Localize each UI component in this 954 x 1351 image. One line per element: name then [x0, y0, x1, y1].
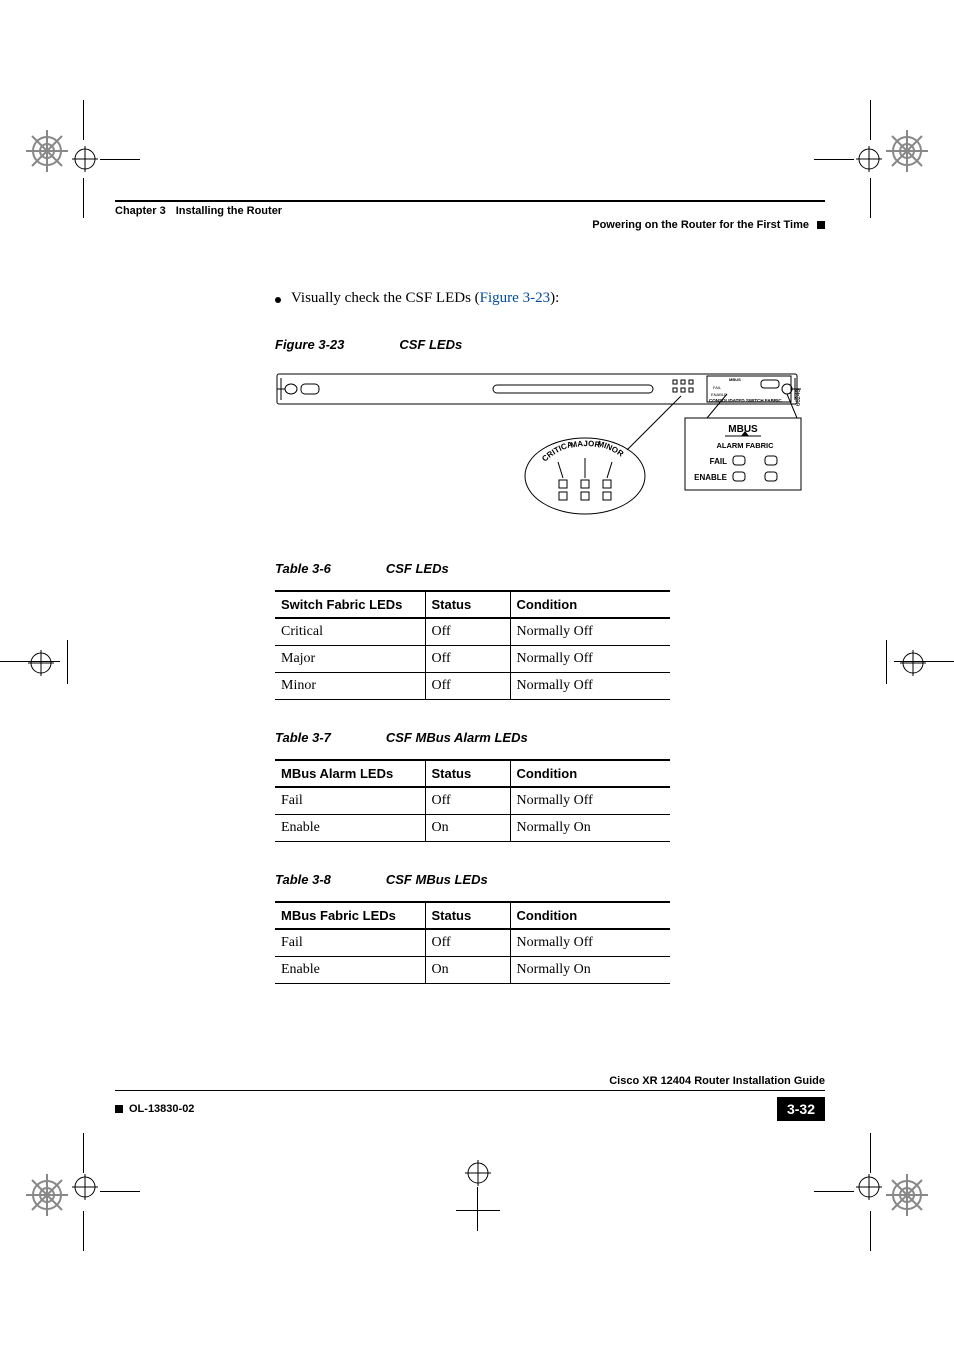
chapter-title: Installing the Router — [176, 205, 282, 217]
table-caption: Table 3-7 CSF MBus Alarm LEDs — [275, 730, 805, 745]
header-end-mark-icon — [817, 221, 825, 229]
column-header: Status — [425, 902, 510, 929]
column-header: Switch Fabric LEDs — [275, 591, 425, 618]
table-csf-leds: Switch Fabric LEDs Status Condition Crit… — [275, 590, 670, 700]
table-caption: Table 3-8 CSF MBus LEDs — [275, 872, 805, 887]
figure-title: CSF LEDs — [399, 337, 462, 352]
running-header: Chapter 3 Installing the Router Powering… — [115, 200, 825, 235]
column-header: MBus Alarm LEDs — [275, 760, 425, 787]
svg-text:66246: 66246 — [796, 389, 802, 406]
table-row: FailOffNormally Off — [275, 787, 670, 815]
figure-csf-leds: MBUS FAIL ENABLE CONSOLIDATED SWITCH FAB… — [275, 366, 805, 531]
table-title: CSF MBus LEDs — [386, 872, 488, 887]
table-number: Table 3-6 — [275, 561, 331, 576]
table-csf-mbus-leds: MBus Fabric LEDs Status Condition FailOf… — [275, 901, 670, 984]
bullet-icon — [275, 297, 281, 303]
column-header: Status — [425, 591, 510, 618]
table-row: EnableOnNormally On — [275, 957, 670, 984]
column-header: Status — [425, 760, 510, 787]
bullet-text: Visually check the CSF LEDs (Figure 3-23… — [291, 290, 559, 307]
table-row: CriticalOffNormally Off — [275, 618, 670, 646]
table-row: FailOffNormally Off — [275, 929, 670, 957]
table-row: MinorOffNormally Off — [275, 673, 670, 700]
table-row: EnableOnNormally On — [275, 815, 670, 842]
table-number: Table 3-7 — [275, 730, 331, 745]
book-title: Cisco XR 12404 Router Installation Guide — [609, 1075, 825, 1087]
column-header: Condition — [510, 760, 670, 787]
figure-crossref-link[interactable]: Figure 3-23 — [480, 290, 550, 306]
section-title: Powering on the Router for the First Tim… — [592, 219, 809, 231]
figure-number: Figure 3-23 — [275, 337, 344, 352]
bullet-item: Visually check the CSF LEDs (Figure 3-23… — [275, 290, 805, 307]
table-row: MajorOffNormally Off — [275, 646, 670, 673]
chapter-label: Chapter 3 — [115, 205, 166, 217]
running-footer: Cisco XR 12404 Router Installation Guide… — [115, 1075, 825, 1121]
page-number: 3-32 — [777, 1097, 825, 1121]
figure-caption: Figure 3-23 CSF LEDs — [275, 337, 805, 352]
svg-text:FAIL: FAIL — [710, 457, 727, 466]
doc-id: OL-13830-02 — [115, 1103, 194, 1115]
svg-text:MBUS: MBUS — [729, 377, 741, 382]
table-caption: Table 3-6 CSF LEDs — [275, 561, 805, 576]
content-area: Visually check the CSF LEDs (Figure 3-23… — [275, 235, 805, 984]
column-header: Condition — [510, 902, 670, 929]
svg-text:ALARM FABRIC: ALARM FABRIC — [716, 441, 774, 450]
table-csf-mbus-alarm-leds: MBus Alarm LEDs Status Condition FailOff… — [275, 759, 670, 842]
svg-text:ENABLE: ENABLE — [694, 473, 728, 482]
svg-text:CRITICAL: CRITICAL — [275, 366, 574, 463]
table-number: Table 3-8 — [275, 872, 331, 887]
table-title: CSF LEDs — [386, 561, 449, 576]
column-header: Condition — [510, 591, 670, 618]
svg-text:FAIL: FAIL — [713, 385, 722, 390]
footer-mark-icon — [115, 1105, 123, 1113]
column-header: MBus Fabric LEDs — [275, 902, 425, 929]
table-title: CSF MBus Alarm LEDs — [386, 730, 528, 745]
